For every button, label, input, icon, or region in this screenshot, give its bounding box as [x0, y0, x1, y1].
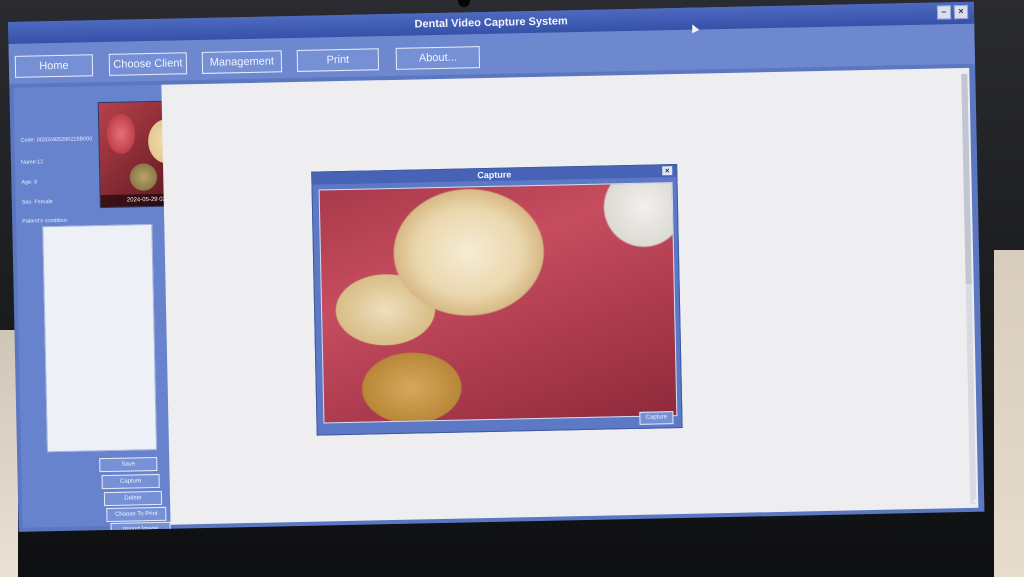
patient-condition-label: Patient's condition: [22, 217, 69, 225]
home-button[interactable]: Home [14, 54, 94, 78]
window-title: Dental Video Capture System [414, 15, 568, 31]
delete-button[interactable]: Delete [103, 490, 163, 507]
choose-to-print-button[interactable]: Choose To Print [106, 506, 167, 523]
live-video-frame [318, 182, 678, 424]
window-controls: – × [936, 4, 969, 20]
management-button[interactable]: Management [201, 50, 283, 74]
capture-dialog: Capture × Capture [311, 164, 683, 436]
scroll-down-arrow-icon[interactable]: ▲ [970, 496, 980, 506]
condition-textarea[interactable] [42, 224, 157, 453]
capture-button[interactable]: Capture [639, 411, 674, 425]
patient-age: Age: 6 [21, 179, 38, 186]
close-button[interactable]: × [953, 4, 969, 20]
choose-client-button[interactable]: Choose Client [108, 52, 188, 76]
background-wall [994, 250, 1024, 577]
print-button[interactable]: Print [296, 48, 380, 72]
about-button[interactable]: About... [395, 46, 481, 70]
patient-code: Code: 00202405290215B000 [20, 136, 93, 144]
capture-dialog-close-icon[interactable]: × [662, 166, 673, 176]
patient-sex: Sex: Female [21, 199, 53, 206]
patient-name: Name:12 [20, 159, 44, 166]
app-window: Dental Video Capture System – × Home Cho… [8, 1, 985, 532]
dell-logo [480, 540, 534, 562]
capture-side-button[interactable]: Capture [101, 473, 160, 490]
save-button[interactable]: Save [99, 456, 158, 473]
minimize-button[interactable]: – [936, 5, 952, 20]
capture-dialog-title: Capture [477, 169, 512, 181]
